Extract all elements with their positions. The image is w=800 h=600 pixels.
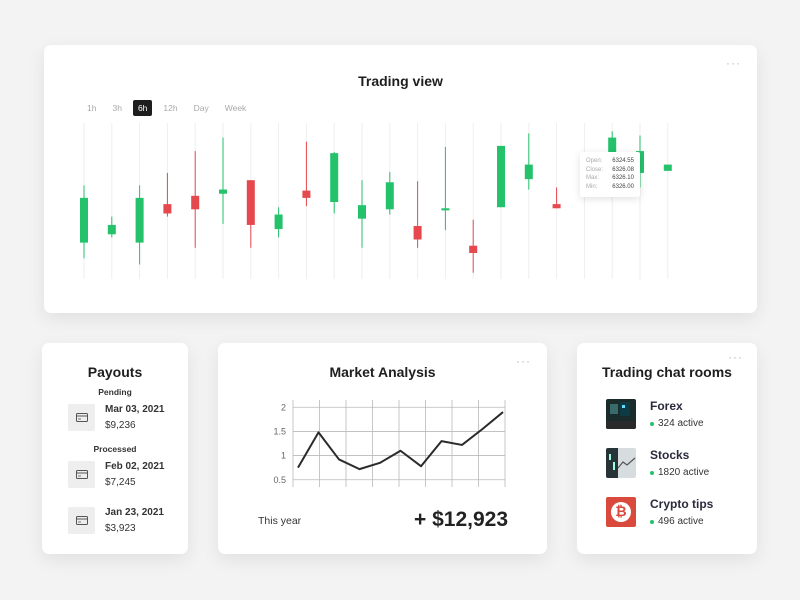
candlestick-chart[interactable] bbox=[44, 45, 757, 313]
online-dot-icon bbox=[650, 470, 654, 475]
y-tick-label: 2 bbox=[281, 402, 286, 412]
candle-body[interactable] bbox=[107, 224, 116, 235]
candle-body[interactable] bbox=[219, 189, 227, 194]
candle-body[interactable] bbox=[274, 214, 283, 230]
payout-date: Mar 03, 2021 bbox=[105, 404, 165, 415]
room-active-text: 324 active bbox=[658, 418, 704, 429]
processed-label: Processed bbox=[93, 444, 137, 454]
candle-body[interactable] bbox=[413, 225, 422, 240]
candle-body[interactable] bbox=[163, 204, 172, 214]
candle-body[interactable] bbox=[385, 182, 394, 210]
chat-room-forex[interactable]: Forex 324 active bbox=[606, 399, 704, 429]
candle-tooltip: Open: 6324.55 Close: 6326.08 Max: 6326.10 M… bbox=[580, 152, 640, 197]
candle-body[interactable] bbox=[80, 197, 88, 243]
y-tick-label: 1 bbox=[281, 451, 286, 461]
candle-body[interactable] bbox=[330, 153, 339, 203]
room-active-count: 1820 active bbox=[650, 467, 709, 478]
candle-body[interactable] bbox=[191, 195, 200, 210]
y-tick-label: 1.5 bbox=[273, 426, 286, 436]
trading-view-card: ··· Trading view 1h 3h 6h 12h Day Week O… bbox=[44, 45, 757, 313]
candle-body[interactable] bbox=[358, 205, 366, 219]
chat-rooms-card: ··· Trading chat rooms Forex 324 active … bbox=[577, 343, 757, 554]
candle-body[interactable] bbox=[663, 164, 672, 171]
chat-room-crypto[interactable]: ₿ Crypto tips 496 active bbox=[606, 497, 713, 527]
y-tick-label: 0.5 bbox=[273, 475, 286, 485]
market-value: + $12,923 bbox=[413, 508, 508, 531]
forex-thumbnail-icon bbox=[606, 399, 636, 429]
candle-body[interactable] bbox=[497, 145, 505, 208]
series-line bbox=[297, 411, 504, 471]
tooltip-open-value: 6324.55 bbox=[612, 158, 634, 164]
room-active-text: 496 active bbox=[658, 516, 704, 527]
tooltip-close-value: 6326.08 bbox=[612, 166, 634, 173]
tooltip-max-value: 6326.10 bbox=[612, 175, 634, 182]
tooltip-max-label: Max: bbox=[586, 175, 600, 182]
payouts-title: Payouts bbox=[87, 364, 143, 380]
card-icon bbox=[68, 404, 95, 431]
candle-body[interactable] bbox=[302, 190, 311, 198]
online-dot-icon bbox=[650, 421, 654, 426]
tooltip-open-label: Open: bbox=[586, 158, 603, 164]
candle-body[interactable] bbox=[524, 164, 533, 180]
candle-body[interactable] bbox=[135, 197, 144, 243]
room-active-count: 496 active bbox=[650, 516, 713, 527]
payouts-card: Payouts Pending Mar 03, 2021 $9,236 Proc… bbox=[42, 343, 188, 554]
room-active-count: 324 active bbox=[650, 418, 704, 429]
payout-date: Feb 02, 2021 bbox=[105, 461, 165, 472]
payout-date: Jan 23, 2021 bbox=[105, 507, 164, 518]
candle-body[interactable] bbox=[469, 245, 478, 253]
bitcoin-icon: ₿ bbox=[606, 497, 636, 527]
payout-item[interactable]: Mar 03, 2021 $9,236 bbox=[68, 404, 165, 431]
payout-item[interactable]: Jan 23, 2021 $3,923 bbox=[68, 507, 164, 534]
payout-amount: $3,923 bbox=[105, 523, 136, 534]
candle-body[interactable] bbox=[246, 180, 255, 225]
payout-item[interactable]: Feb 02, 2021 $7,245 bbox=[68, 461, 164, 488]
room-name: Forex bbox=[650, 399, 683, 413]
payout-amount: $9,236 bbox=[105, 420, 136, 431]
tooltip-min-value: 6326.00 bbox=[612, 183, 634, 190]
room-name: Stocks bbox=[650, 448, 690, 462]
tooltip-close-label: Close: bbox=[586, 166, 604, 173]
candle-body[interactable] bbox=[441, 208, 450, 211]
card-icon bbox=[68, 507, 95, 534]
candle-body[interactable] bbox=[552, 204, 561, 209]
chat-room-stocks[interactable]: Stocks 1820 active bbox=[606, 448, 709, 478]
chat-rooms-title: Trading chat rooms bbox=[602, 364, 732, 380]
pending-label: Pending bbox=[98, 387, 132, 397]
stocks-thumbnail-icon bbox=[606, 448, 636, 478]
room-name: Crypto tips bbox=[650, 497, 714, 511]
market-analysis-card: ··· Market Analysis 0.5 1 1.5 2 This year +… bbox=[218, 343, 547, 554]
card-icon bbox=[68, 461, 95, 488]
period-label: This year bbox=[258, 515, 302, 527]
online-dot-icon bbox=[650, 519, 654, 524]
payout-amount: $7,245 bbox=[105, 477, 136, 488]
market-line-chart: 0.5 1 1.5 2 bbox=[273, 400, 506, 487]
room-active-text: 1820 active bbox=[658, 467, 710, 478]
more-options-icon[interactable]: ··· bbox=[728, 351, 743, 363]
tooltip-min-label: Min: bbox=[586, 183, 598, 190]
